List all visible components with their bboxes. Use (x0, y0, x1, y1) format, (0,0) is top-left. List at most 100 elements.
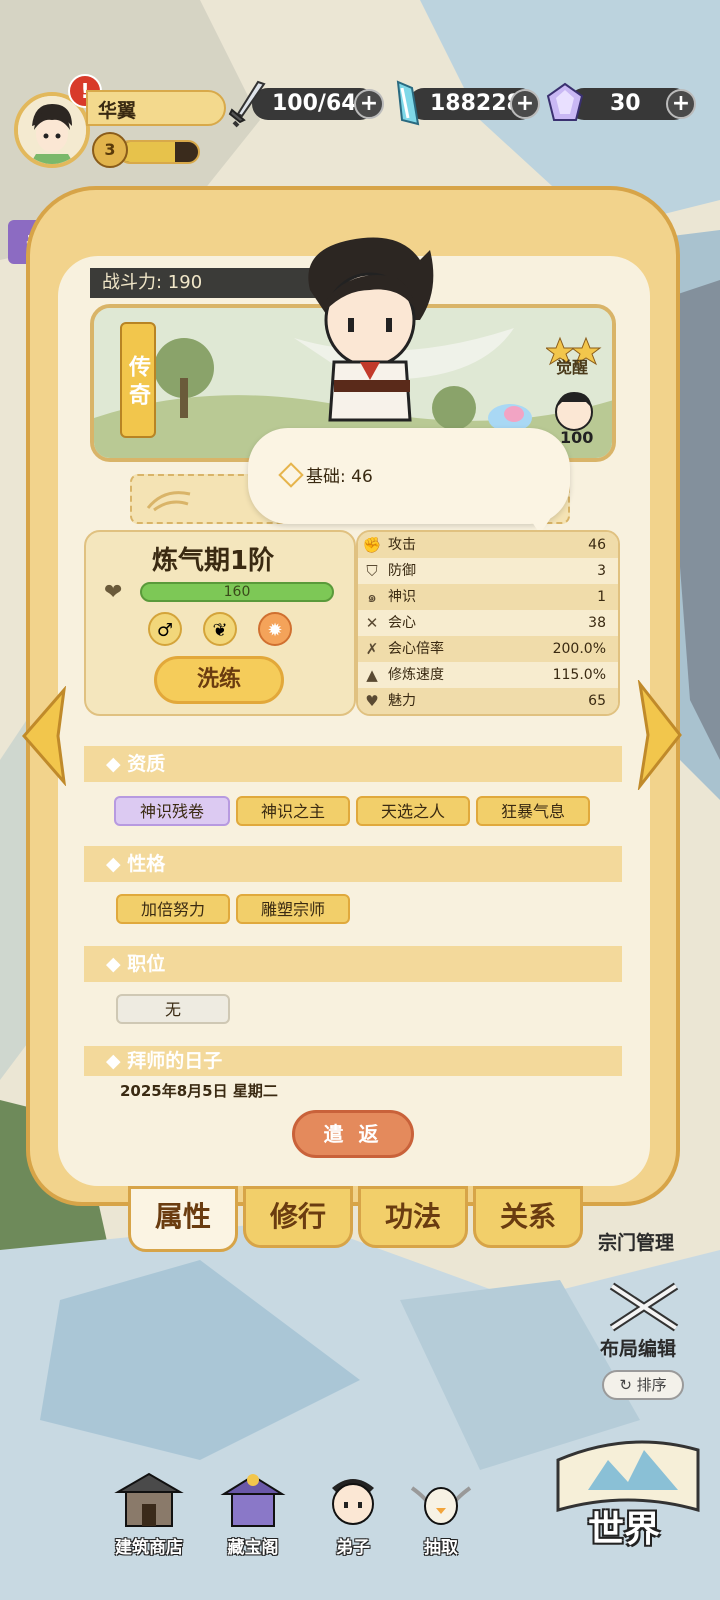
sort-label: 排序 (636, 1376, 667, 1394)
stat-value: 38 (588, 615, 606, 631)
previous-disciple-arrow-icon[interactable] (18, 686, 68, 786)
stat-label: 防御 (388, 563, 416, 579)
stat-label: 攻击 (388, 537, 416, 553)
tooltip-text: 基础: 46 (306, 467, 373, 487)
nav-label: 建筑商店 (115, 1538, 183, 1558)
level-badge: 3 (92, 132, 128, 168)
stat-value: 115.0% (552, 667, 606, 683)
stat-label: 会心 (388, 615, 416, 631)
apprentice-date-value: 2025年8月5日 星期二 (120, 1082, 278, 1100)
crit-multiplier-icon: ✗ (365, 640, 379, 658)
section-title: ◆ 性格 (106, 853, 166, 875)
tab-cultivation[interactable]: 修行 (243, 1186, 353, 1248)
stamina-value: 100/64 (272, 91, 357, 116)
fire-element-icon: ✹ (258, 612, 292, 646)
stat-label: 会心倍率 (388, 641, 444, 657)
section-title: ◆ 职位 (106, 953, 166, 975)
stat-value: 46 (588, 537, 606, 553)
position-tag[interactable]: 无 (116, 994, 230, 1024)
rarity-badge: 传奇 (120, 322, 156, 438)
stat-tooltip: 基础: 46 (248, 428, 570, 524)
spirit-icon: ๑ (367, 588, 377, 606)
world-button[interactable]: 世界 (588, 1500, 660, 1552)
sect-management-label[interactable]: 宗门管理 (598, 1228, 674, 1255)
gender-male-icon: ♂ (148, 612, 182, 646)
aptitude-tag[interactable]: 神识之主 (236, 796, 350, 826)
hero-character-icon (308, 237, 434, 422)
section-position: ◆ 职位 (84, 946, 622, 982)
sort-button[interactable]: ↻ 排序 (602, 1370, 684, 1400)
section-title: ◆ 资质 (106, 753, 166, 775)
stat-value: 65 (588, 693, 606, 709)
cultivation-realm: 炼气期1阶 (152, 546, 275, 576)
refresh-icon: ↻ (619, 1376, 632, 1394)
level-progress-fill (120, 142, 175, 162)
stat-label: 魅力 (388, 693, 416, 709)
stat-row-charm: ♥ 魅力 65 (358, 688, 618, 714)
next-disciple-arrow-icon[interactable] (636, 680, 686, 790)
crit-icon: ✕ (365, 614, 379, 632)
companion-avatar-icon (555, 392, 593, 431)
aptitude-tag[interactable]: 神识残卷 (114, 796, 230, 826)
crystal-icon (396, 80, 420, 126)
gem-icon (546, 82, 584, 121)
heart-icon: ❤ (104, 580, 123, 605)
awaken-label[interactable]: 觉醒 (556, 354, 588, 378)
aptitude-tag[interactable]: 天选之人 (356, 796, 470, 826)
dismiss-button[interactable]: 遣 返 (292, 1110, 414, 1158)
diamond-bullet-icon (278, 462, 304, 488)
personality-tag[interactable]: 加倍努力 (116, 894, 230, 924)
stat-row-defense: ⛉ 防御 3 (358, 558, 618, 584)
scroll-ornament-icon (146, 491, 191, 512)
meditation-icon: ▲ (366, 666, 378, 684)
companion-level: 100 (560, 428, 594, 447)
wood-element-icon: ❦ (203, 612, 237, 646)
layout-edit-arrows-icon[interactable] (606, 1280, 682, 1334)
gem-value: 30 (610, 91, 641, 116)
stat-row-crit-multiplier: ✗ 会心倍率 200.0% (358, 636, 618, 662)
stat-row-crit: ✕ 会心 38 (358, 610, 618, 636)
winged-egg-icon (410, 1486, 472, 1525)
stat-value: 3 (597, 563, 606, 579)
refine-button[interactable]: 洗练 (154, 656, 284, 704)
stat-row-spirit: ๑ 神识 1 (358, 584, 618, 610)
disciple-face-icon (332, 1479, 374, 1525)
treasure-pavilion-icon (220, 1474, 286, 1527)
nav-label: 藏宝阁 (227, 1538, 279, 1558)
nav-building-shop[interactable]: 建筑商店 (104, 1468, 194, 1558)
crystal-value: 188228 (430, 91, 522, 116)
level-progress-bar (118, 140, 200, 164)
stat-label: 神识 (388, 589, 416, 605)
tab-relations[interactable]: 关系 (473, 1186, 583, 1248)
charm-icon: ♥ (365, 692, 379, 710)
hero-portrait-icon (18, 96, 86, 164)
pavilion-icon (114, 1472, 184, 1527)
player-name: 华翼 (98, 100, 137, 122)
stat-row-cultivation-speed: ▲ 修炼速度 115.0% (358, 662, 618, 688)
stat-value: 200.0% (552, 641, 606, 657)
nav-disciples[interactable]: 弟子 (308, 1468, 398, 1558)
section-aptitude: ◆ 资质 (84, 746, 622, 782)
add-stamina-button[interactable]: + (354, 89, 384, 119)
aptitude-tag[interactable]: 狂暴气息 (476, 796, 590, 826)
layout-edit-label[interactable]: 布局编辑 (600, 1334, 676, 1361)
section-apprentice-date: ◆ 拜师的日子 (84, 1046, 622, 1076)
fist-icon: ✊ (362, 536, 382, 554)
tab-techniques[interactable]: 功法 (358, 1186, 468, 1248)
nav-label: 抽取 (424, 1538, 458, 1558)
section-personality: ◆ 性格 (84, 846, 622, 882)
section-title: ◆ 拜师的日子 (106, 1050, 223, 1072)
add-gem-button[interactable]: + (666, 89, 696, 119)
hp-bar: 160 (140, 582, 334, 602)
shield-icon: ⛉ (366, 562, 378, 580)
nav-label: 弟子 (336, 1538, 370, 1558)
nav-draw[interactable]: 抽取 (396, 1468, 486, 1558)
nav-treasure-pavilion[interactable]: 藏宝阁 (208, 1468, 298, 1558)
add-crystal-button[interactable]: + (510, 89, 540, 119)
sword-icon (228, 80, 266, 128)
tab-attributes[interactable]: 属性 (128, 1186, 238, 1252)
personality-tag[interactable]: 雕塑宗师 (236, 894, 350, 924)
stat-row-attack: ✊ 攻击 46 (358, 532, 618, 558)
stats-table: ✊ 攻击 46 ⛉ 防御 3 ๑ 神识 1 ✕ 会心 38 ✗ 会心倍率 200.0% ▲ 修炼速度 1… (356, 530, 620, 716)
stat-value: 1 (597, 589, 606, 605)
